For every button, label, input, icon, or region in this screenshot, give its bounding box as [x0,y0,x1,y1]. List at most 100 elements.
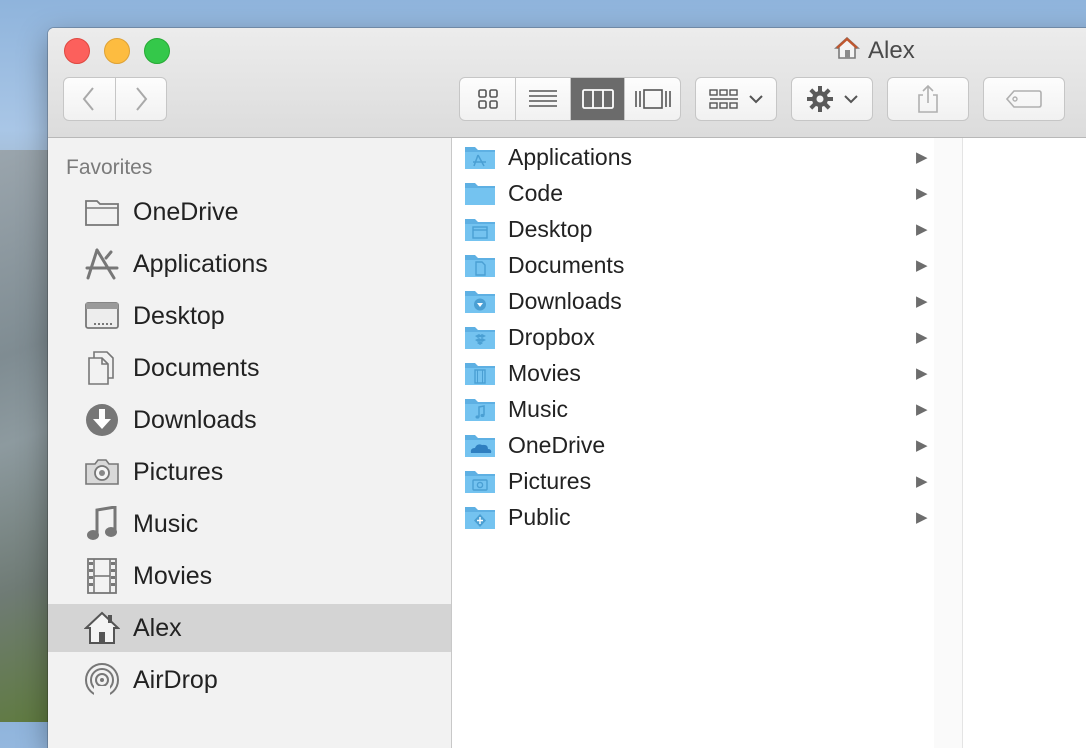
gear-icon [807,86,833,112]
film-icon [82,556,122,596]
pictures-folder-icon [465,471,495,493]
disclosure-arrow-icon: ▶ [916,365,928,382]
back-forward-control [63,77,167,121]
chevron-down-icon [749,95,763,104]
tag-icon [1006,90,1042,108]
airdrop-icon [82,660,122,700]
window-title-text: Alex [868,37,915,64]
zoom-button[interactable] [144,38,170,64]
public-folder-icon [465,507,495,529]
sidebar-section-favorites: Favorites [66,156,153,179]
list-item-applications[interactable]: Applications ▶ [452,139,934,175]
sidebar-item-movies[interactable]: Movies [48,552,451,600]
sidebar-item-documents[interactable]: Documents [48,344,451,392]
music-folder-icon [465,399,495,421]
sidebar-item-desktop[interactable]: Desktop [48,292,451,340]
applications-folder-icon [465,147,495,169]
item-label: Downloads [508,287,622,314]
share-icon [918,84,938,113]
movies-folder-icon [465,363,495,385]
disclosure-arrow-icon: ▶ [916,257,928,274]
column-resize-area[interactable] [934,138,963,748]
list-view-button[interactable] [516,78,571,120]
sidebar-item-alex[interactable]: Alex [48,604,451,652]
chevron-left-icon [82,87,95,111]
chevron-right-icon [135,87,148,111]
browser-column-empty [963,138,1086,748]
sidebar-item-applications[interactable]: Applications [48,240,451,288]
list-view-icon [529,90,558,107]
item-label: Movies [508,359,581,386]
share-button[interactable] [887,77,969,121]
disclosure-arrow-icon: ▶ [916,473,928,490]
disclosure-arrow-icon: ▶ [916,329,928,346]
list-item-onedrive[interactable]: OneDrive ▶ [452,427,934,463]
column-view-icon [581,89,614,109]
item-label: Dropbox [508,323,595,350]
item-label: Applications [508,143,633,170]
sidebar-item-pictures[interactable]: Pictures [48,448,451,496]
window-title: Alex [833,36,915,66]
sidebar-item-label: Music [133,509,199,538]
chevron-down-icon [844,95,858,104]
folder-icon [82,192,122,232]
disclosure-arrow-icon: ▶ [916,293,928,310]
downloads-icon [82,400,122,440]
icon-view-button[interactable] [460,78,517,120]
camera-icon [82,452,122,492]
list-item-code[interactable]: Code ▶ [452,175,934,211]
sidebar-item-label: Movies [133,561,213,590]
item-label: Documents [508,251,625,278]
browser-column: Applications ▶ Code ▶ Desktop ▶ Document… [452,138,935,748]
sidebar-item-music[interactable]: Music [48,500,451,548]
back-button[interactable] [64,78,116,120]
list-item-movies[interactable]: Movies ▶ [452,355,934,391]
list-item-public[interactable]: Public ▶ [452,499,934,535]
disclosure-arrow-icon: ▶ [916,149,928,166]
sidebar-item-airdrop[interactable]: AirDrop [48,656,451,704]
sidebar-item-label: Applications [133,249,268,278]
list-item-downloads[interactable]: Downloads ▶ [452,283,934,319]
list-item-documents[interactable]: Documents ▶ [452,247,934,283]
edit-tags-button[interactable] [983,77,1065,121]
column-view-button[interactable] [570,78,626,120]
forward-button[interactable] [116,78,167,120]
item-label: Code [508,179,563,206]
sidebar-item-label: AirDrop [133,665,218,694]
sidebar: Favorites OneDrive Applications Desktop … [48,138,452,748]
downloads-folder-icon [465,291,495,313]
disclosure-arrow-icon: ▶ [916,221,928,238]
desktop-folder-icon [465,219,495,241]
sidebar-item-label: OneDrive [133,197,239,226]
action-button[interactable] [791,77,873,121]
list-item-desktop[interactable]: Desktop ▶ [452,211,934,247]
item-label: Pictures [508,467,592,494]
list-item-music[interactable]: Music ▶ [452,391,934,427]
cover-flow-button[interactable] [625,78,680,120]
arrange-icon [709,89,738,109]
sidebar-item-downloads[interactable]: Downloads [48,396,451,444]
desktop-icon [82,296,122,336]
onedrive-folder-icon [465,435,495,457]
music-note-icon [82,504,122,544]
list-item-dropbox[interactable]: Dropbox ▶ [452,319,934,355]
disclosure-arrow-icon: ▶ [916,437,928,454]
arrange-button[interactable] [695,77,777,121]
applications-icon [82,244,122,284]
list-item-pictures[interactable]: Pictures ▶ [452,463,934,499]
sidebar-item-label: Desktop [133,301,225,330]
documents-folder-icon [465,255,495,277]
disclosure-arrow-icon: ▶ [916,185,928,202]
sidebar-item-onedrive[interactable]: OneDrive [48,188,451,236]
view-mode-control [459,77,681,121]
sidebar-item-label: Documents [133,353,260,382]
sidebar-item-label: Downloads [133,405,257,434]
minimize-button[interactable] [104,38,130,64]
dropbox-folder-icon [465,327,495,349]
item-label: Music [508,395,569,422]
item-label: Public [508,503,571,530]
finder-window: Alex Favorites OneDrive Applications Des… [48,28,1086,748]
close-button[interactable] [64,38,90,64]
item-label: OneDrive [508,431,606,458]
home-icon [82,608,122,648]
